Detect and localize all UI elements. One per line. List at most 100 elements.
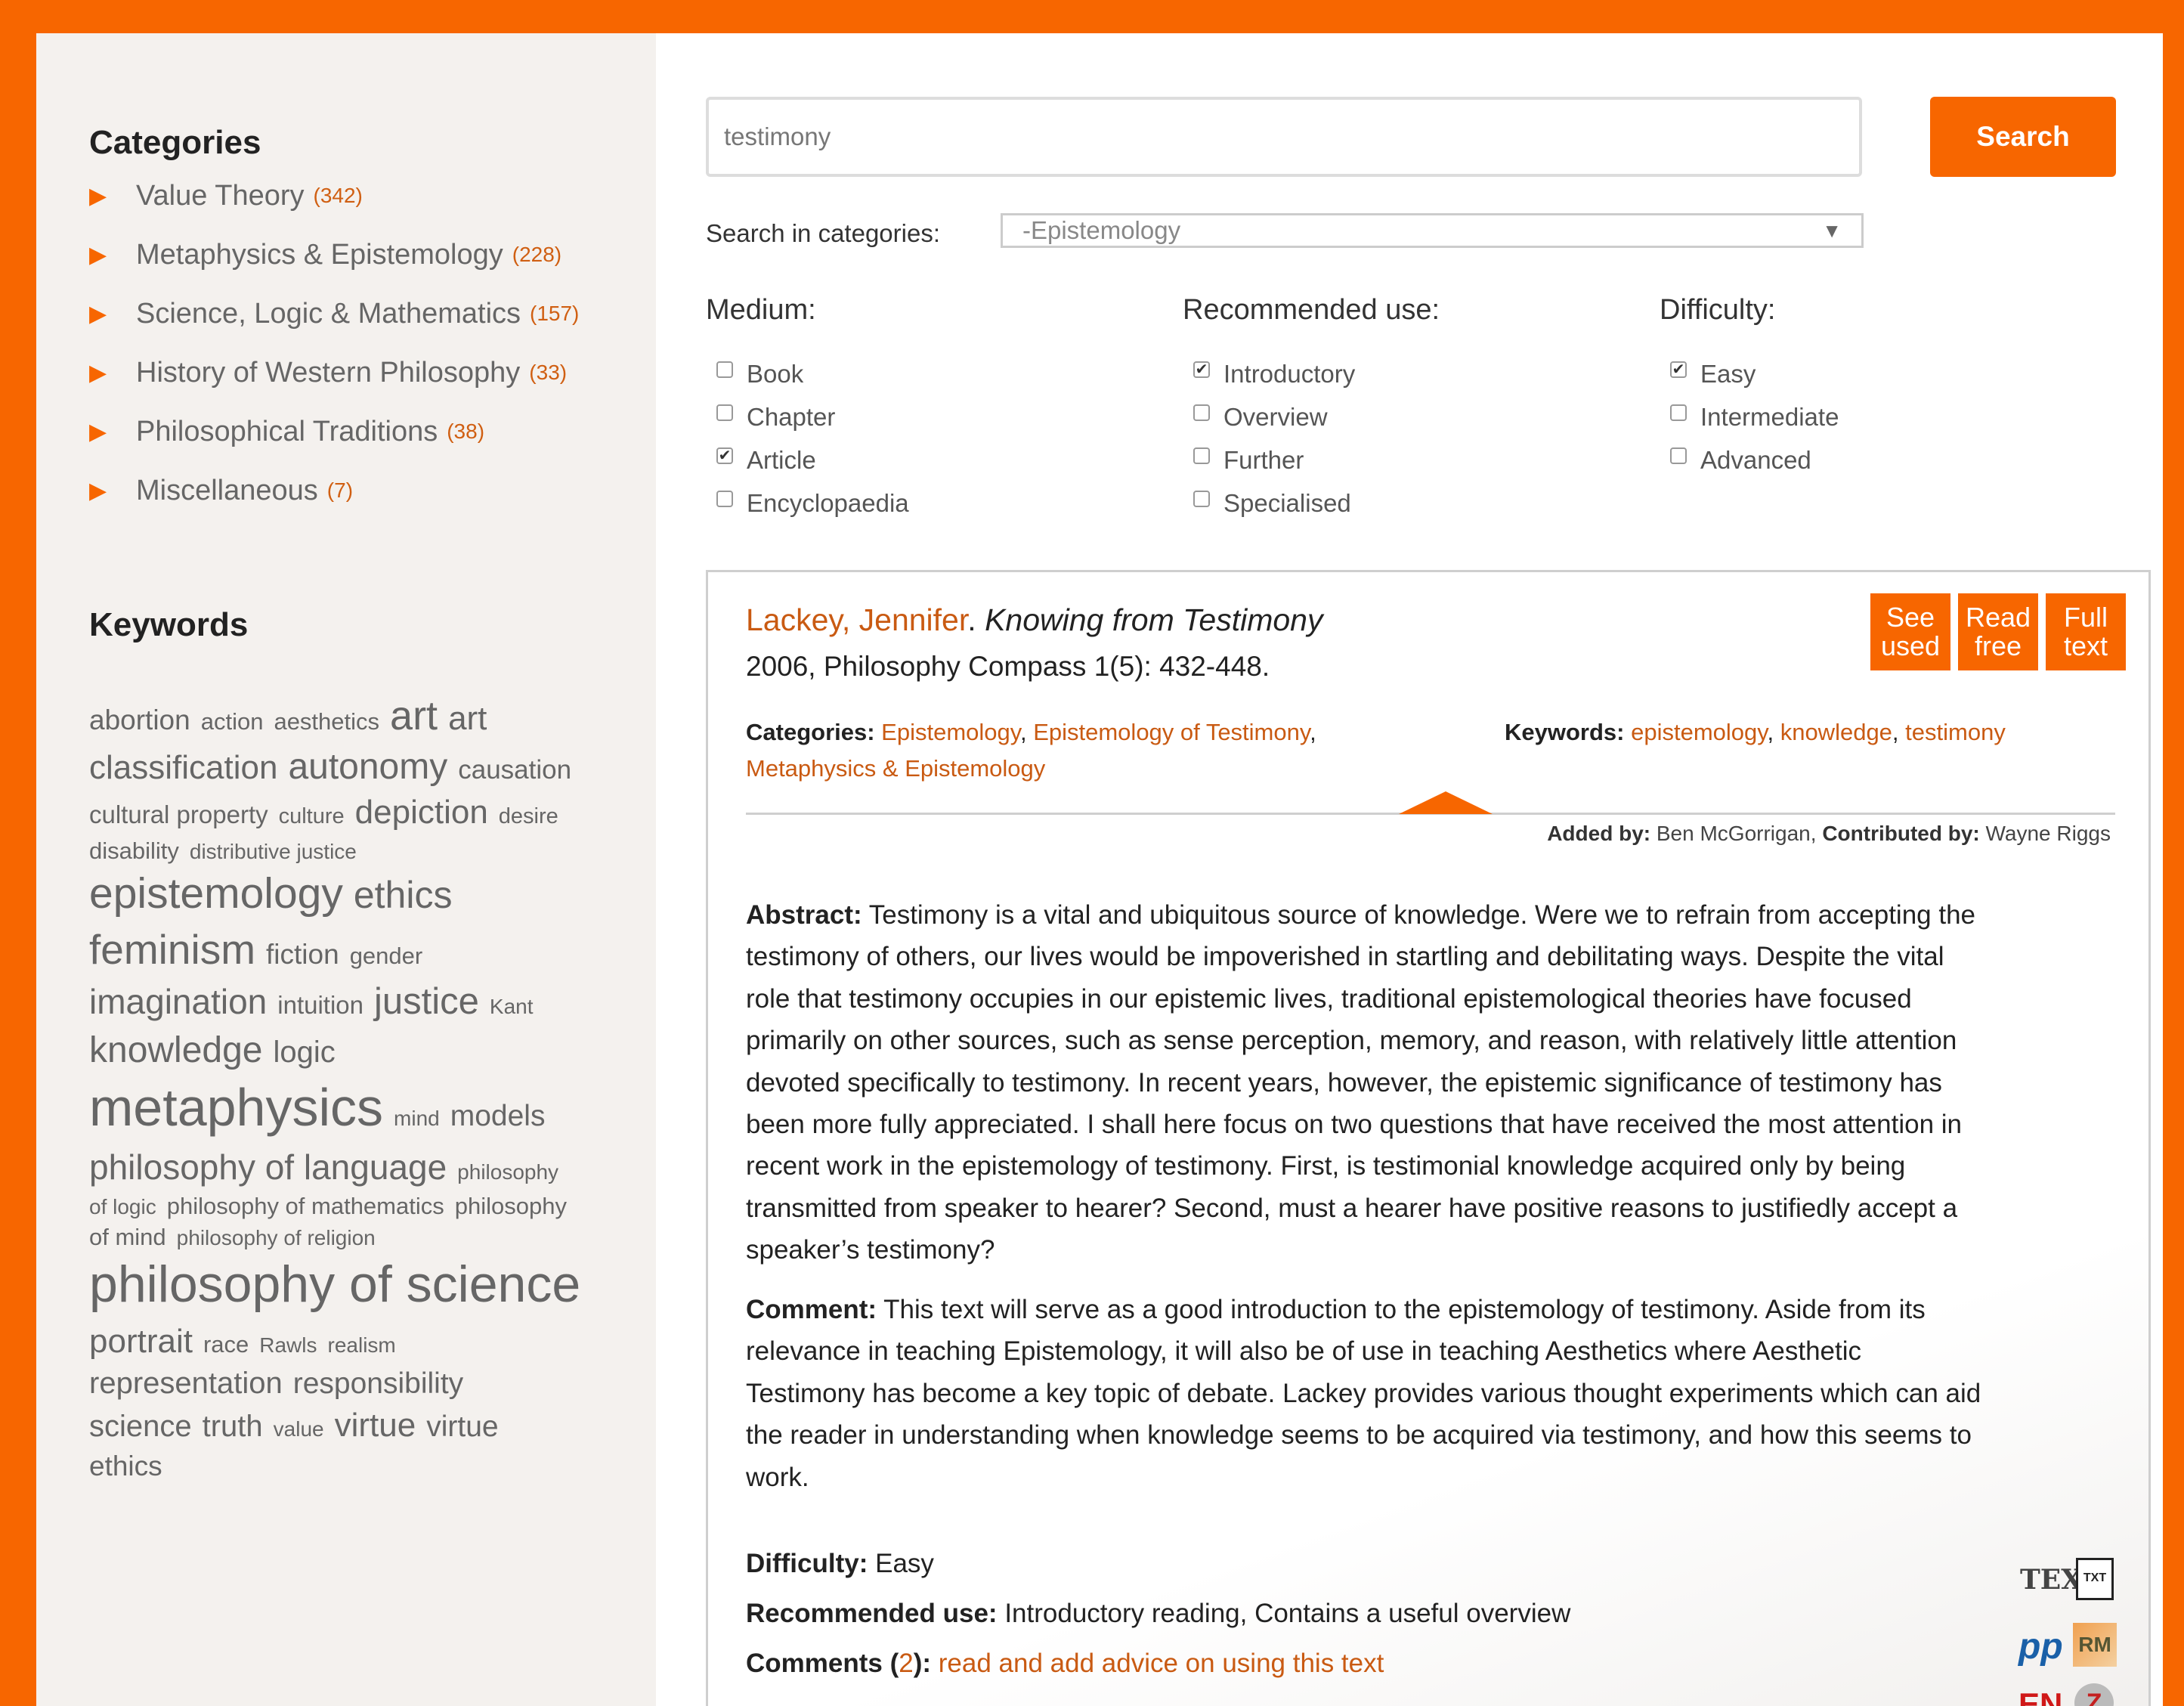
category-item[interactable]: ▶ History of Western Philosophy (33) <box>89 343 648 402</box>
checkbox[interactable]: ✔ <box>716 447 733 464</box>
filter-option[interactable]: Overview <box>1183 395 1606 438</box>
keyword-link[interactable]: causation <box>458 755 571 785</box>
keyword-link[interactable]: distributive justice <box>190 840 357 864</box>
keyword-link[interactable]: knowledge <box>89 1029 263 1071</box>
keyword-link[interactable]: classification <box>89 749 277 787</box>
keyword-link[interactable]: philosophy of religion <box>177 1226 376 1250</box>
full-text-button[interactable]: Full text <box>2046 593 2126 670</box>
see-used-button[interactable]: See used <box>1870 593 1950 670</box>
checkbox[interactable] <box>716 361 733 378</box>
keyword-link[interactable]: action <box>201 708 264 735</box>
keyword-link[interactable]: philosophy <box>455 1193 567 1220</box>
category-item[interactable]: ▶ Metaphysics & Epistemology (228) <box>89 225 648 284</box>
keyword-link[interactable]: intuition <box>277 991 363 1020</box>
filter-option[interactable]: Chapter <box>706 395 1129 438</box>
keyword-link[interactable]: philosophy of mathematics <box>167 1193 444 1220</box>
keyword-link[interactable]: metaphysics <box>89 1077 383 1138</box>
keyword-link[interactable]: gender <box>350 943 423 970</box>
tex-icon[interactable]: TEX <box>2020 1564 2082 1596</box>
keyword-link[interactable]: culture <box>279 804 345 829</box>
keyword-link[interactable]: of logic <box>89 1195 156 1219</box>
category-item[interactable]: ▶ Value Theory (342) <box>89 166 648 225</box>
read-free-button[interactable]: Read free <box>1958 593 2038 670</box>
keyword-link[interactable]: art <box>448 700 487 738</box>
checkbox[interactable]: ✔ <box>1193 361 1210 378</box>
keyword-link[interactable]: ethics <box>354 873 453 917</box>
search-input[interactable] <box>706 97 1862 177</box>
category-link[interactable]: Epistemology of Testimony <box>1033 719 1310 745</box>
keyword-link[interactable]: Rawls <box>259 1333 317 1358</box>
keyword-link[interactable]: representation <box>89 1367 283 1401</box>
keyword-link[interactable]: autonomy <box>288 746 447 788</box>
author-link[interactable]: Lackey, Jennifer <box>746 602 967 637</box>
keyword-link[interactable]: Kant <box>490 995 534 1019</box>
category-select[interactable]: -Epistemology ▼ <box>1001 213 1864 248</box>
filter-option[interactable]: ✔ Easy <box>1660 352 2083 395</box>
keyword-link[interactable]: cultural property <box>89 800 268 829</box>
keyword-link[interactable]: fiction <box>266 939 339 971</box>
checkbox[interactable] <box>1670 447 1687 464</box>
filter-option[interactable]: Specialised <box>1183 481 1606 525</box>
checkbox[interactable]: ✔ <box>1670 361 1687 378</box>
keyword-link[interactable]: philosophy of language <box>89 1147 447 1187</box>
keyword-link[interactable]: testimony <box>1905 719 2006 745</box>
philpapers-icon[interactable]: pp <box>2018 1626 2063 1667</box>
full-text-label-2: text <box>2063 630 2108 661</box>
keyword-link[interactable]: disability <box>89 838 179 865</box>
keyword-link[interactable]: depiction <box>355 794 488 831</box>
keyword-link[interactable]: abortion <box>89 704 190 736</box>
keyword-link[interactable]: race <box>203 1331 249 1358</box>
category-link[interactable]: Metaphysics & Epistemology <box>746 755 1045 782</box>
checkbox[interactable] <box>1193 447 1210 464</box>
filter-option[interactable]: Encyclopaedia <box>706 481 1129 525</box>
keyword-link[interactable]: knowledge <box>1780 719 1892 745</box>
keyword-link[interactable]: logic <box>274 1036 336 1070</box>
checkbox[interactable] <box>1193 490 1210 507</box>
endnote-icon[interactable]: EN <box>2018 1686 2062 1706</box>
category-link[interactable]: Epistemology <box>881 719 1020 745</box>
keyword-link[interactable]: value <box>274 1417 324 1441</box>
filter-option[interactable]: Book <box>706 352 1129 395</box>
keyword-link[interactable]: mind <box>394 1107 440 1131</box>
keyword-link[interactable]: of mind <box>89 1224 166 1251</box>
filter-option[interactable]: ✔ Introductory <box>1183 352 1606 395</box>
keyword-link[interactable]: philosophy <box>457 1160 558 1184</box>
keyword-link[interactable]: justice <box>374 980 479 1023</box>
keyword-link[interactable]: imagination <box>89 981 267 1022</box>
search-button[interactable]: Search <box>1930 97 2116 177</box>
keyword-link[interactable]: feminism <box>89 925 255 974</box>
checkbox[interactable] <box>1193 404 1210 421</box>
category-item[interactable]: ▶ Miscellaneous (7) <box>89 461 648 520</box>
keyword-link[interactable]: science <box>89 1410 192 1444</box>
filter-option[interactable]: ✔ Article <box>706 438 1129 481</box>
see-used-label-2: used <box>1880 630 1941 661</box>
collapse-toggle-icon[interactable] <box>1399 791 1493 814</box>
keyword-link[interactable]: truth <box>203 1410 263 1444</box>
result-card: Lackey, Jennifer. Knowing from Testimony… <box>706 570 2151 1706</box>
keyword-link[interactable]: virtue <box>426 1410 498 1444</box>
keyword-link[interactable]: desire <box>499 804 558 829</box>
keyword-link[interactable]: epistemology <box>1631 719 1767 745</box>
category-item[interactable]: ▶ Philosophical Traditions (38) <box>89 402 648 461</box>
keyword-link[interactable]: aesthetics <box>274 708 379 735</box>
keyword-link[interactable]: models <box>450 1100 546 1133</box>
txt-file-icon[interactable]: TXT <box>2076 1558 2114 1600</box>
filter-option[interactable]: Intermediate <box>1660 395 2083 438</box>
keyword-link[interactable]: epistemology <box>89 868 343 918</box>
keyword-link[interactable]: portrait <box>89 1323 193 1361</box>
checkbox[interactable] <box>716 490 733 507</box>
keyword-link[interactable]: realism <box>328 1333 396 1358</box>
category-item[interactable]: ▶ Science, Logic & Mathematics (157) <box>89 284 648 343</box>
checkbox[interactable] <box>1670 404 1687 421</box>
keyword-link[interactable]: virtue <box>335 1407 416 1444</box>
comments-link[interactable]: read and add advice on using this text <box>939 1649 1384 1678</box>
zotero-icon[interactable]: Z <box>2074 1683 2114 1706</box>
keyword-link[interactable]: philosophy of science <box>89 1255 580 1314</box>
refman-icon[interactable]: RM <box>2073 1623 2117 1667</box>
checkbox[interactable] <box>716 404 733 421</box>
filter-option[interactable]: Further <box>1183 438 1606 481</box>
keyword-link[interactable]: ethics <box>89 1451 162 1482</box>
keyword-link[interactable]: art <box>390 692 438 739</box>
filter-option[interactable]: Advanced <box>1660 438 2083 481</box>
keyword-link[interactable]: responsibility <box>293 1367 463 1401</box>
